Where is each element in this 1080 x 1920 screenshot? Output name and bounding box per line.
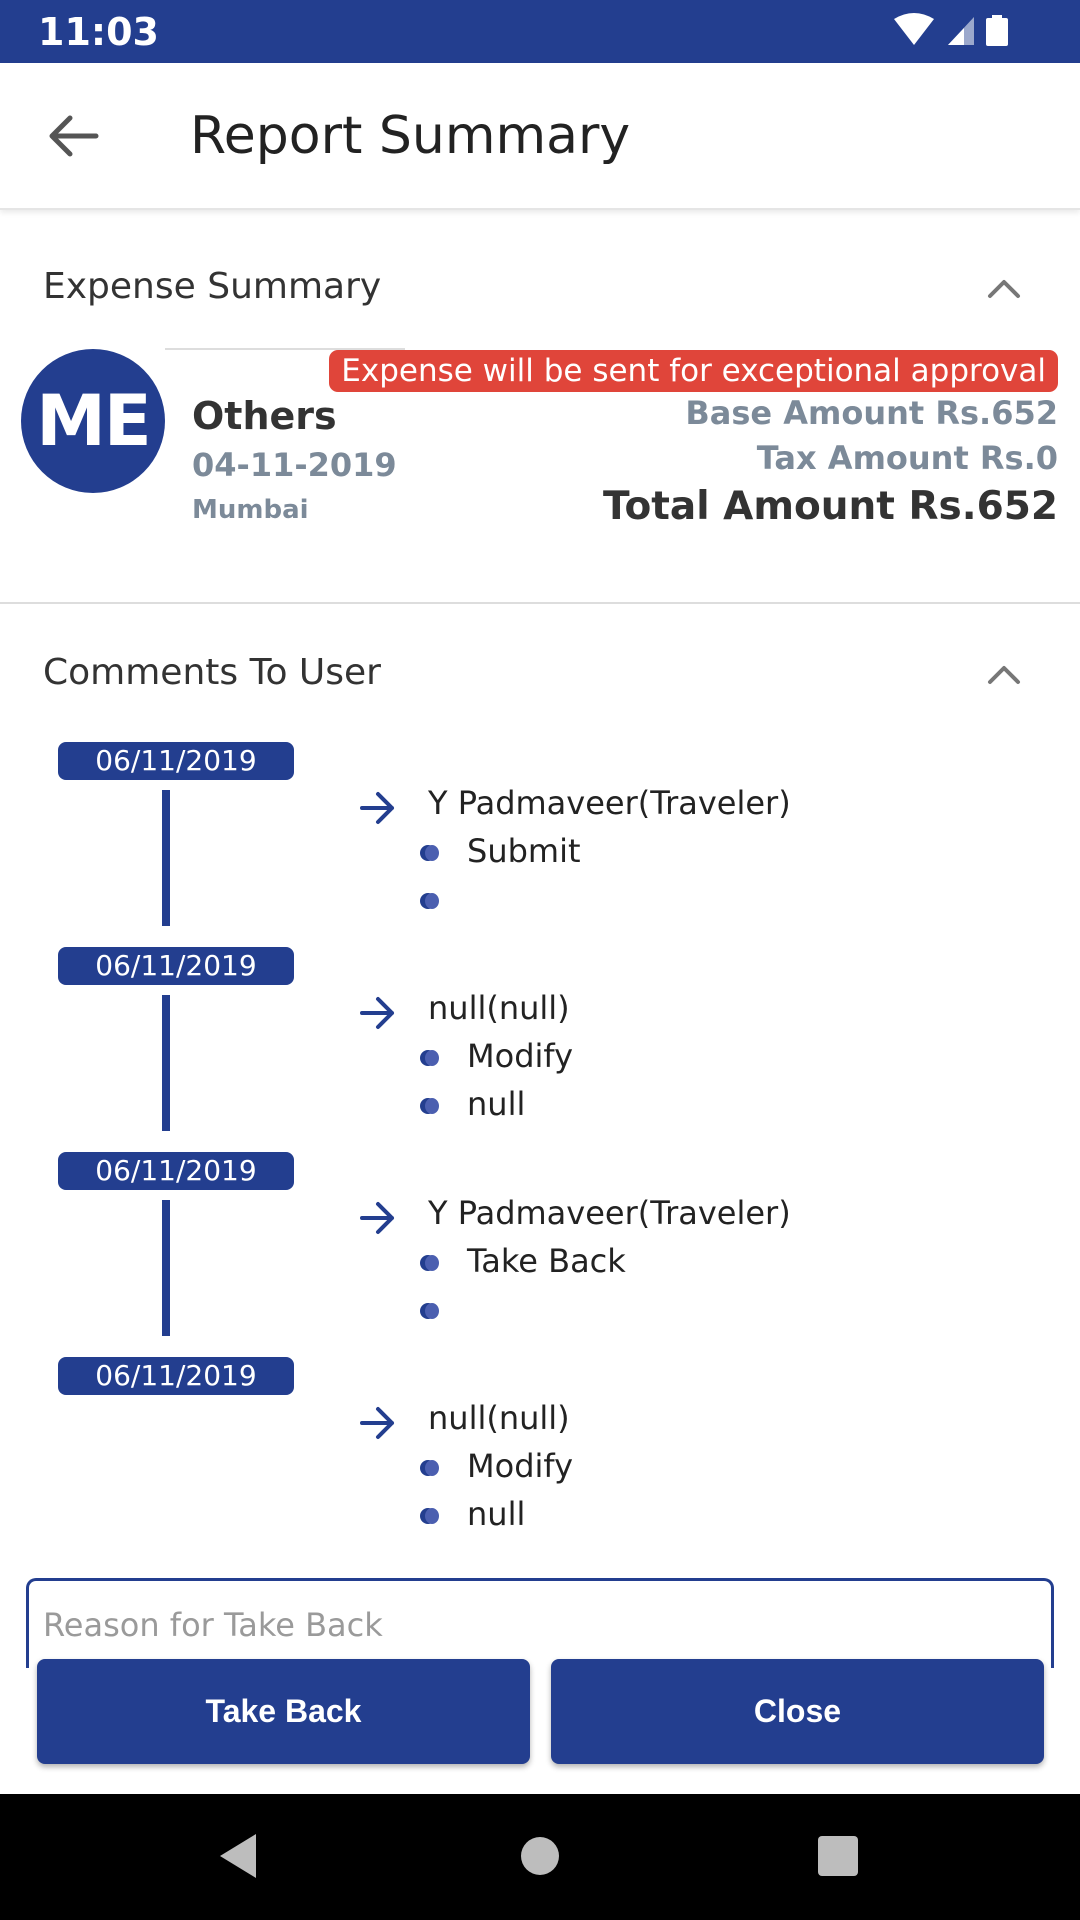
entry-comment: null	[467, 1495, 526, 1533]
bullet-icon	[420, 1303, 439, 1319]
entry-date-badge: 06/11/2019	[58, 947, 294, 985]
entry-user: null(null)	[428, 1399, 570, 1437]
exception-badge: Expense will be sent for exceptional app…	[329, 350, 1058, 392]
timeline-entry: 06/11/2019 null(null) Modify null	[0, 937, 1080, 1142]
timeline-entry: 06/11/2019 null(null) Modify null	[0, 1347, 1080, 1552]
arrow-right-icon	[360, 1202, 394, 1234]
entry-date-badge: 06/11/2019	[58, 1152, 294, 1190]
timeline-entry: 06/11/2019 Y Padmaveer(Traveler) Submit	[0, 732, 1080, 937]
expense-city: Mumbai	[192, 495, 309, 525]
bullet-icon	[420, 1460, 439, 1476]
chevron-up-icon[interactable]	[984, 268, 1024, 308]
arrow-right-icon	[360, 997, 394, 1029]
bullet-icon	[420, 1508, 439, 1524]
timeline-connector	[162, 1200, 170, 1336]
app-bar: Report Summary	[0, 63, 1080, 210]
timeline-connector	[162, 995, 170, 1131]
square-recents-icon[interactable]	[806, 1824, 870, 1888]
status-icons	[894, 13, 1008, 46]
take-back-button[interactable]: Take Back	[37, 1659, 530, 1764]
entry-action: Submit	[467, 832, 581, 870]
avatar: ME	[21, 349, 165, 493]
status-time: 11:03	[38, 10, 159, 54]
arrow-right-icon	[360, 792, 394, 824]
expense-card[interactable]: ME Others 04-11-2019 Mumbai Expense will…	[0, 346, 1080, 604]
reason-input[interactable]	[26, 1578, 1054, 1668]
wifi-icon	[894, 13, 934, 45]
arrow-left-icon	[49, 115, 99, 157]
entry-date-badge: 06/11/2019	[58, 1357, 294, 1395]
expense-category: Others	[192, 394, 337, 438]
entry-action: Take Back	[467, 1242, 626, 1280]
bullet-icon	[420, 1050, 439, 1066]
bullet-icon	[420, 1255, 439, 1271]
entry-comment: null	[467, 1085, 526, 1123]
chevron-up-icon[interactable]	[984, 654, 1024, 694]
tax-amount: Tax Amount Rs.0	[756, 439, 1058, 477]
total-amount: Total Amount Rs.652	[603, 484, 1058, 529]
entry-date-badge: 06/11/2019	[58, 742, 294, 780]
arrow-right-icon	[360, 1407, 394, 1439]
bullet-icon	[420, 1098, 439, 1114]
screen: 11:03 Report Summary Expense Summary ME …	[0, 0, 1080, 1920]
navigation-bar	[0, 1794, 1080, 1920]
signal-icon	[948, 17, 974, 45]
timeline-entry: 06/11/2019 Y Padmaveer(Traveler) Take Ba…	[0, 1142, 1080, 1347]
close-button[interactable]: Close	[551, 1659, 1044, 1764]
timeline-connector	[162, 790, 170, 926]
status-bar: 11:03	[0, 0, 1080, 63]
entry-user: null(null)	[428, 989, 570, 1027]
bullet-icon	[420, 845, 439, 861]
base-amount: Base Amount Rs.652	[685, 394, 1058, 432]
comments-title: Comments To User	[43, 652, 381, 693]
entry-user: Y Padmaveer(Traveler)	[428, 1194, 791, 1232]
expense-date: 04-11-2019	[192, 446, 397, 484]
circle-home-icon[interactable]	[508, 1824, 572, 1888]
battery-icon	[986, 15, 1008, 46]
entry-action: Modify	[467, 1037, 574, 1075]
entry-user: Y Padmaveer(Traveler)	[428, 784, 791, 822]
comments-header[interactable]: Comments To User	[0, 632, 1080, 732]
entry-action: Modify	[467, 1447, 574, 1485]
comments-timeline: 06/11/2019 Y Padmaveer(Traveler) Submit …	[0, 732, 1080, 1552]
triangle-back-icon[interactable]	[206, 1824, 270, 1888]
expense-summary-header[interactable]: Expense Summary	[0, 246, 1080, 346]
page-title: Report Summary	[190, 106, 631, 166]
back-button[interactable]	[38, 104, 110, 168]
bullet-icon	[420, 893, 439, 909]
expense-summary-title: Expense Summary	[43, 266, 382, 307]
